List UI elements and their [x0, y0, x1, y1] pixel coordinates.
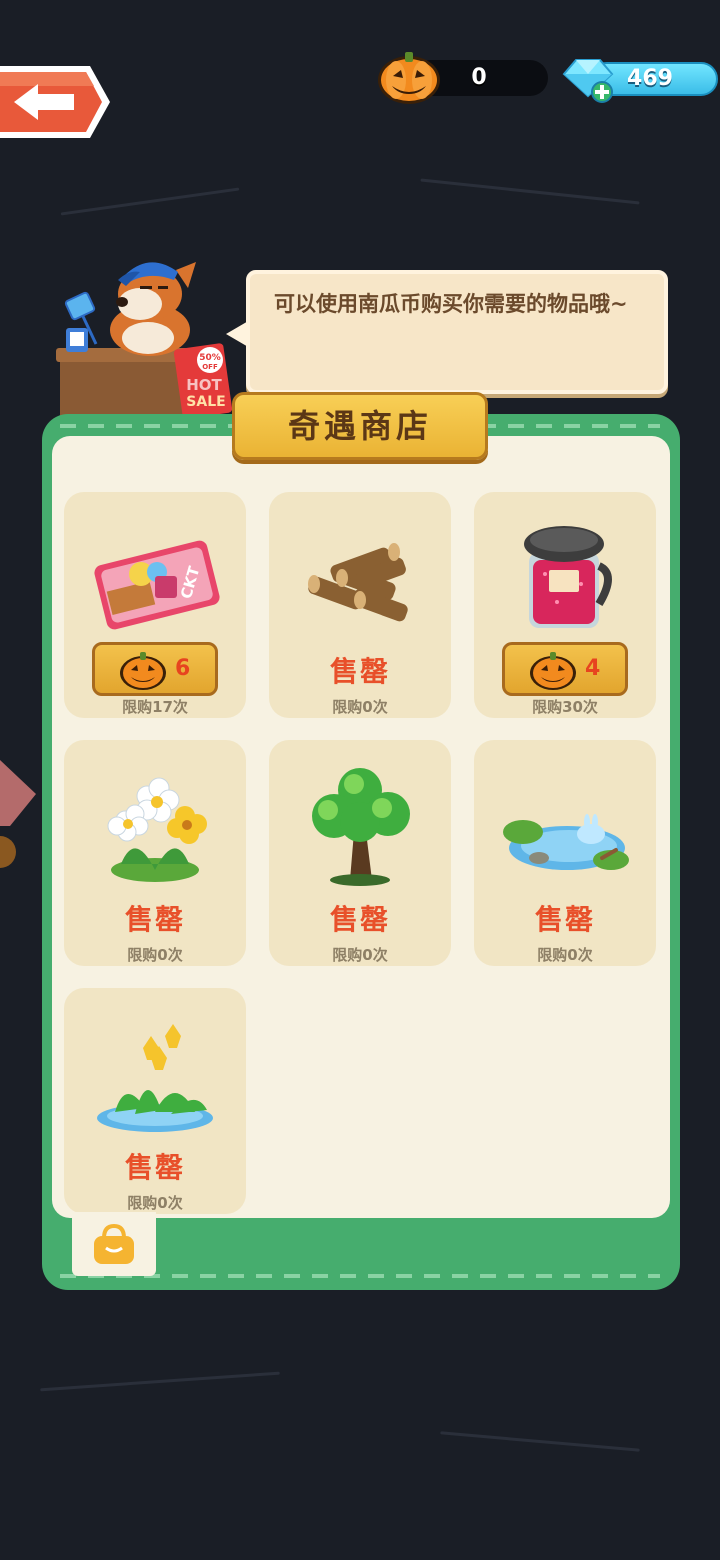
jam-jar-icon — [524, 526, 612, 628]
flowers-icon — [107, 777, 207, 882]
sold-out-label: 售罄 — [124, 903, 185, 936]
shopping-bag-icon — [94, 1224, 134, 1264]
purchase-limit: 限购0次 — [537, 946, 593, 964]
background-streak — [40, 1371, 280, 1392]
shopkeeper-illustration: 50% OFF HOT SALE — [56, 262, 233, 420]
shopkeeper-dog: 50% OFF HOT SALE — [56, 248, 240, 420]
bag-tab[interactable] — [72, 1212, 156, 1276]
back-arrow-icon — [0, 66, 110, 138]
price-value: 4 — [585, 656, 601, 681]
left-edge-decoration — [0, 760, 40, 880]
background-streak — [60, 187, 240, 216]
sign-off: OFF — [202, 363, 218, 371]
purchase-limit: 限购0次 — [127, 946, 183, 964]
price-button[interactable]: 4 — [502, 642, 628, 696]
pumpkin-icon — [120, 652, 166, 690]
pumpkin-count: 0 — [471, 65, 487, 90]
purchase-limit: 限购0次 — [127, 1194, 183, 1212]
sold-out-label: 售罄 — [329, 903, 390, 936]
sign-hot: HOT — [186, 376, 222, 394]
sign-sale: SALE — [186, 394, 225, 410]
purchase-limit: 限购0次 — [332, 946, 388, 964]
sold-out-label: 售罄 — [329, 655, 390, 688]
sold-out-label: 售罄 — [534, 903, 595, 936]
purchase-limit: 限购17次 — [122, 698, 188, 716]
gem-icon — [562, 59, 614, 103]
sold-out-label: 售罄 — [124, 1151, 185, 1184]
tree-icon — [312, 768, 410, 886]
background-streak — [420, 178, 640, 205]
shop-item-pond[interactable]: 售罄 限购0次 — [474, 740, 656, 966]
pumpkin-icon — [530, 652, 576, 690]
purchase-limit: 限购30次 — [532, 698, 598, 716]
shop-item-water-flowers[interactable]: 售罄 限购0次 — [64, 988, 246, 1214]
price-button[interactable]: 6 — [92, 642, 218, 696]
gem-count: 469 — [627, 66, 673, 91]
sign-percent: 50% — [199, 353, 221, 363]
background-streak — [440, 1431, 640, 1452]
pumpkin-currency: 0 — [376, 48, 548, 106]
shop-item-flowers[interactable]: 售罄 限购0次 — [64, 740, 246, 966]
speech-text: 可以使用南瓜币购买你需要的物品哦~ — [274, 292, 628, 316]
ticket-icon: CKT — [94, 540, 220, 630]
pond-icon — [503, 814, 629, 870]
wood-logs-icon — [308, 543, 408, 622]
shop-item-wood-logs[interactable]: 售罄 限购0次 — [269, 492, 451, 718]
gem-currency[interactable]: 469 — [560, 56, 718, 106]
shop-item-jam-jar[interactable]: 4 限购30次 — [474, 492, 656, 718]
water-flowers-icon — [97, 1024, 213, 1132]
purchase-limit: 限购0次 — [332, 698, 388, 716]
shop-title-plate: 奇遇商店 — [232, 392, 488, 460]
back-button[interactable] — [0, 62, 112, 142]
shop-title: 奇遇商店 — [287, 407, 432, 445]
price-value: 6 — [175, 656, 191, 681]
speech-bubble: 可以使用南瓜币购买你需要的物品哦~ — [246, 270, 668, 394]
shop-item-tree[interactable]: 售罄 限购0次 — [269, 740, 451, 966]
shop-item-ticket[interactable]: CKT 6 限购17次 — [64, 492, 246, 718]
pumpkin-icon — [378, 52, 440, 104]
